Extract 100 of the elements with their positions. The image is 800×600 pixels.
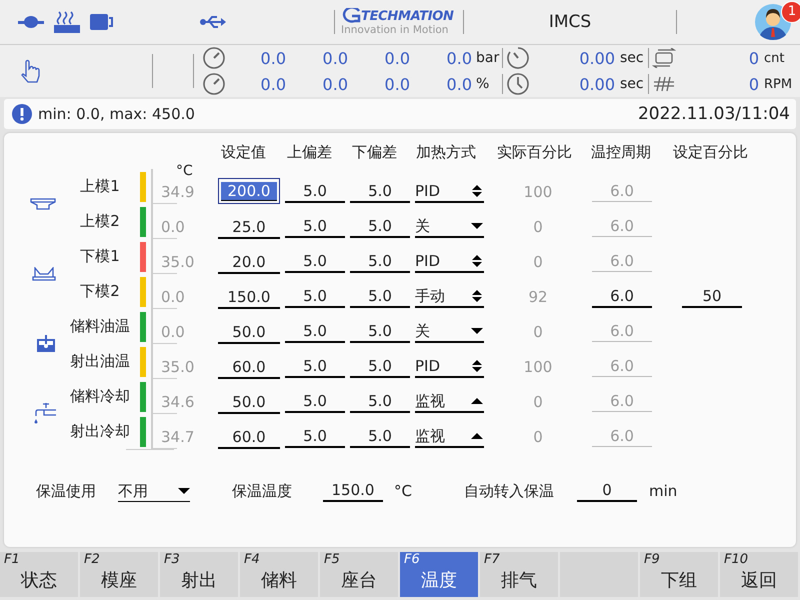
- upper-deviation-field[interactable]: 5.0: [285, 286, 345, 308]
- readout-value: 0.0: [446, 48, 472, 68]
- zone-name: 射出冷却: [69, 422, 131, 441]
- function-key[interactable]: F10 返回: [720, 552, 798, 597]
- unit-label: cnt: [764, 50, 786, 66]
- function-key[interactable]: F5 座台: [320, 552, 398, 597]
- zone-name: 射出油温: [69, 352, 131, 371]
- set-percent-field[interactable]: 50: [682, 286, 742, 308]
- control-cycle-field: 6.0: [592, 391, 652, 412]
- heating-mode-select[interactable]: 关: [415, 320, 484, 342]
- screw-rotation-icon: [652, 74, 676, 94]
- lower-deviation-field[interactable]: 5.0: [350, 320, 410, 342]
- lower-deviation-field[interactable]: 5.0: [350, 286, 410, 308]
- upper-deviation-field[interactable]: 5.0: [285, 390, 345, 412]
- hold-use-select[interactable]: 不用: [118, 481, 190, 502]
- column-header: 上偏差: [287, 143, 332, 162]
- setpoint-field[interactable]: 60.0: [218, 352, 280, 378]
- upper-deviation-field[interactable]: 5.0: [285, 216, 345, 238]
- upper-deviation-field[interactable]: 5.0: [285, 250, 345, 272]
- control-cycle-field: 6.0: [592, 181, 652, 202]
- function-key[interactable]: F6 温度: [400, 552, 478, 597]
- function-key[interactable]: F1 状态: [0, 552, 78, 597]
- actual-percent: 0: [532, 428, 544, 446]
- zone-name: 下模1: [79, 247, 121, 266]
- upper-deviation-field[interactable]: 5.0: [285, 426, 345, 448]
- date-time: 2022.11.03/11:04: [638, 104, 790, 124]
- up-arrow-icon: [471, 398, 483, 404]
- hold-temperature-label: 保温温度: [232, 481, 292, 502]
- down-arrow-icon: [178, 488, 190, 494]
- readout-value: 0.0: [260, 48, 286, 68]
- plug-icon: [18, 14, 44, 30]
- upper-deviation-field[interactable]: 5.0: [285, 180, 345, 202]
- auto-hold-field[interactable]: 0: [576, 480, 637, 502]
- actual-percent: 0: [532, 392, 544, 410]
- heating-mode-select[interactable]: 监视: [415, 390, 484, 412]
- control-cycle-field: 6.0: [592, 216, 652, 237]
- actual-percent: 100: [522, 182, 554, 200]
- upper-deviation-field[interactable]: 5.0: [285, 356, 345, 378]
- zone-name: 下模2: [79, 282, 121, 301]
- function-key[interactable]: F7 排气: [480, 552, 558, 597]
- alert-icon: [12, 104, 32, 124]
- info-message: min: 0.0, max: 450.0: [38, 105, 196, 123]
- down-arrow-icon: [471, 328, 483, 334]
- up-down-arrows-icon: [471, 184, 483, 198]
- function-key[interactable]: F9 下组: [640, 552, 718, 597]
- auto-hold-label: 自动转入保温: [464, 481, 554, 502]
- heating-mode-select[interactable]: 关: [415, 216, 484, 238]
- unit-label: RPM: [764, 76, 794, 92]
- zone-name: 上模2: [79, 212, 121, 231]
- hold-temperature-field[interactable]: 150.0: [323, 480, 383, 502]
- time-value: 0.00: [578, 74, 615, 94]
- column-header: 设定值: [221, 143, 266, 162]
- zone-name: 上模1: [79, 177, 121, 196]
- lower-deviation-field[interactable]: 5.0: [350, 390, 410, 412]
- function-key[interactable]: F3 射出: [160, 552, 238, 597]
- setpoint-field[interactable]: 25.0: [218, 212, 280, 238]
- setpoint-field[interactable]: 50.0: [218, 318, 280, 344]
- readout-value: 0.0: [322, 74, 348, 94]
- heater-icon: [54, 11, 80, 33]
- setpoint-field[interactable]: 150.0: [218, 282, 280, 308]
- control-cycle-field: 6.0: [592, 356, 652, 377]
- app-title: IMCS: [548, 12, 592, 32]
- unit-label: min: [648, 481, 678, 502]
- readout-value: 0.0: [384, 48, 410, 68]
- control-cycle-field: 6.0: [592, 426, 652, 447]
- setpoint-field[interactable]: 60.0: [218, 422, 280, 448]
- readout-value: 0.0: [446, 74, 472, 94]
- setpoint-field[interactable]: 20.0: [218, 248, 280, 274]
- lower-deviation-field[interactable]: 5.0: [350, 356, 410, 378]
- heating-mode-select[interactable]: PID: [415, 180, 484, 202]
- heating-mode-select[interactable]: 监视: [415, 426, 484, 448]
- lower-deviation-field[interactable]: 5.0: [350, 180, 410, 202]
- control-cycle-field[interactable]: 6.0: [592, 286, 652, 308]
- function-key[interactable]: F2 模座: [80, 552, 158, 597]
- readout-value: 0.0: [260, 74, 286, 94]
- heating-mode-select[interactable]: PID: [415, 250, 484, 272]
- gauge-icon: [202, 72, 226, 96]
- lower-deviation-field[interactable]: 5.0: [350, 216, 410, 238]
- setpoint-field[interactable]: 50.0: [218, 388, 280, 414]
- setpoint-field[interactable]: 200.0: [218, 178, 280, 204]
- hold-use-label: 保温使用: [36, 481, 96, 502]
- actual-percent: 92: [527, 288, 549, 306]
- function-key[interactable]: F4 储料: [240, 552, 318, 597]
- up-down-arrows-icon: [471, 288, 483, 302]
- zone-name: 储料冷却: [69, 387, 131, 406]
- unit-label: °C: [394, 481, 412, 502]
- timer-icon: [506, 46, 530, 70]
- notification-badge: 1: [781, 1, 800, 23]
- lower-deviation-field[interactable]: 5.0: [350, 426, 410, 448]
- time-value: 0.00: [578, 48, 615, 68]
- lower-deviation-field[interactable]: 5.0: [350, 250, 410, 272]
- upper-mold-icon: [30, 198, 56, 210]
- heating-mode-select[interactable]: PID: [415, 356, 484, 378]
- heating-mode-select[interactable]: 手动: [415, 286, 484, 308]
- down-arrow-icon: [471, 222, 483, 228]
- count-value: 0: [748, 74, 759, 94]
- cycle-counter-icon: [652, 48, 676, 68]
- column-header: 温控周期: [591, 143, 651, 162]
- upper-deviation-field[interactable]: 5.0: [285, 320, 345, 342]
- hand-pointer-icon[interactable]: [20, 59, 40, 83]
